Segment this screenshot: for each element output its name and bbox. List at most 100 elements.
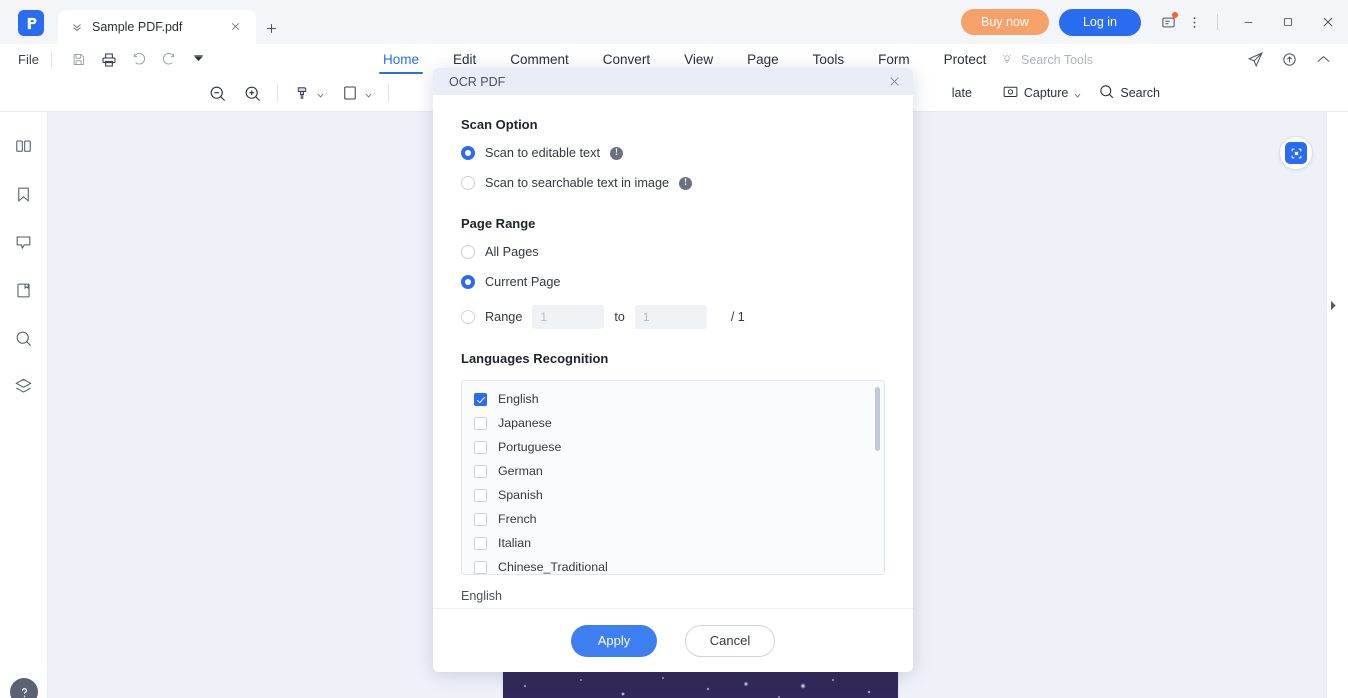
sidebar-item-layers[interactable] <box>10 372 38 400</box>
titlebar-actions: Buy now Log in <box>960 0 1348 44</box>
list-item[interactable]: French <box>462 507 884 531</box>
scan-editable-text-label: Scan to editable text <box>485 146 600 160</box>
languages-scrollbar-thumb[interactable] <box>875 387 880 451</box>
maximize-window-button[interactable] <box>1268 0 1308 44</box>
range-to-label: to <box>614 310 625 324</box>
collapse-ribbon-icon[interactable] <box>1308 47 1338 73</box>
camera-icon <box>1002 83 1019 103</box>
tab-home[interactable]: Home <box>366 44 436 75</box>
zoom-in-button[interactable] <box>235 79 270 107</box>
capture-label: Capture <box>1023 86 1069 100</box>
checkbox-spanish[interactable] <box>474 488 487 502</box>
chevron-down-icon[interactable] <box>316 89 325 98</box>
undo-icon[interactable] <box>124 48 154 72</box>
redo-icon[interactable] <box>154 48 184 72</box>
list-item[interactable]: Chinese_Traditional <box>462 555 884 574</box>
scan-option-searchable-text-row[interactable]: Scan to searchable text in image ! <box>461 176 885 190</box>
scan-option-heading: Scan Option <box>461 117 538 132</box>
sidebar-item-thumbnails[interactable] <box>10 132 38 160</box>
checkbox-portuguese[interactable] <box>474 440 487 454</box>
help-button[interactable] <box>10 678 38 698</box>
checkbox-english[interactable] <box>474 392 487 406</box>
share-icon[interactable] <box>1240 47 1270 73</box>
checkbox-german[interactable] <box>474 464 487 478</box>
radio-range[interactable] <box>461 310 475 324</box>
checkbox-italian[interactable] <box>474 536 487 550</box>
messages-icon[interactable] <box>1155 9 1181 35</box>
radio-scan-editable-text[interactable] <box>461 146 475 160</box>
language-label: Japanese <box>498 416 552 430</box>
all-pages-label: All Pages <box>485 245 539 259</box>
menubar-right-actions <box>1240 44 1338 75</box>
minimize-window-button[interactable] <box>1228 0 1268 44</box>
checkbox-chinese-traditional[interactable] <box>474 560 487 574</box>
expand-right-panel-button[interactable] <box>1328 298 1338 312</box>
radio-current-page[interactable] <box>461 275 475 289</box>
sidebar-item-search[interactable] <box>10 324 38 352</box>
checkbox-japanese[interactable] <box>474 416 487 430</box>
page-range-custom-row[interactable]: Range to / 1 <box>461 305 885 329</box>
left-sidebar <box>0 112 48 698</box>
list-item[interactable]: English <box>462 387 884 411</box>
language-label: English <box>498 392 539 406</box>
languages-list-box: English Japanese Portuguese German Spani… <box>461 380 885 575</box>
tab-strip: Sample PDF.pdf <box>58 6 286 44</box>
info-icon[interactable]: ! <box>609 146 623 160</box>
search-tools-button[interactable]: Search Tools <box>1000 44 1093 75</box>
page-range-all-pages-row[interactable]: All Pages <box>461 245 885 259</box>
print-icon[interactable] <box>94 48 124 72</box>
new-tab-button[interactable] <box>256 12 286 44</box>
scan-option-editable-text-row[interactable]: Scan to editable text ! <box>461 146 885 160</box>
capture-button[interactable]: Capture <box>994 79 1090 107</box>
info-icon[interactable]: ! <box>679 176 693 190</box>
save-icon[interactable] <box>64 48 94 72</box>
languages-recognition-heading: Languages Recognition <box>461 351 609 366</box>
close-window-button[interactable] <box>1308 0 1348 44</box>
document-tab[interactable]: Sample PDF.pdf <box>58 10 256 44</box>
select-tool-button[interactable] <box>285 79 333 107</box>
ocr-floating-button[interactable] <box>1279 136 1313 170</box>
apply-button[interactable]: Apply <box>571 624 657 657</box>
list-item[interactable]: German <box>462 459 884 483</box>
close-tab-icon[interactable] <box>230 19 246 35</box>
search-tools-label: Search Tools <box>1021 52 1094 67</box>
range-to-input[interactable] <box>634 305 707 329</box>
range-from-input[interactable] <box>532 305 605 329</box>
list-item[interactable]: Japanese <box>462 411 884 435</box>
list-item[interactable]: Italian <box>462 531 884 555</box>
page-starry-image <box>503 672 898 698</box>
checkbox-french[interactable] <box>474 512 487 526</box>
zoom-out-button[interactable] <box>200 79 235 107</box>
document-tab-title: Sample PDF.pdf <box>92 20 183 34</box>
page-fit-button[interactable] <box>333 79 381 107</box>
quick-access-dropdown-icon[interactable] <box>184 48 214 72</box>
radio-all-pages[interactable] <box>461 245 475 259</box>
right-sidebar <box>1326 112 1348 698</box>
menu-file[interactable]: File <box>18 52 39 67</box>
list-item[interactable]: Spanish <box>462 483 884 507</box>
buy-now-button[interactable]: Buy now <box>960 9 1049 35</box>
notification-badge <box>1172 12 1178 18</box>
list-item[interactable]: Portuguese <box>462 435 884 459</box>
cancel-button[interactable]: Cancel <box>685 624 775 657</box>
more-options-icon[interactable] <box>1181 9 1207 35</box>
chevron-down-icon[interactable] <box>364 89 373 98</box>
translate-button[interactable]: late <box>944 79 994 107</box>
cloud-upload-icon[interactable] <box>1274 47 1304 73</box>
search-button[interactable]: Search <box>1090 79 1168 107</box>
sidebar-item-bookmarks[interactable] <box>10 180 38 208</box>
tab-protect[interactable]: Protect <box>927 44 1004 75</box>
chevron-down-icon[interactable] <box>1073 89 1082 98</box>
application-window: Sample PDF.pdf Buy now Log in File Home … <box>0 0 1348 698</box>
log-in-button[interactable]: Log in <box>1058 8 1141 36</box>
pdf-page <box>503 672 898 698</box>
close-dialog-icon[interactable] <box>883 71 905 93</box>
radio-scan-searchable-text[interactable] <box>461 176 475 190</box>
sidebar-item-comments[interactable] <box>10 228 38 256</box>
sidebar-item-attachments[interactable] <box>10 276 38 304</box>
dialog-body: Scan Option Scan to editable text ! Scan… <box>433 95 913 608</box>
scan-searchable-text-label: Scan to searchable text in image <box>485 176 670 190</box>
ocr-pdf-dialog: OCR PDF Scan Option Scan to editable tex… <box>433 68 913 672</box>
page-range-current-page-row[interactable]: Current Page <box>461 275 885 289</box>
chevron-down-icon[interactable] <box>70 20 84 34</box>
